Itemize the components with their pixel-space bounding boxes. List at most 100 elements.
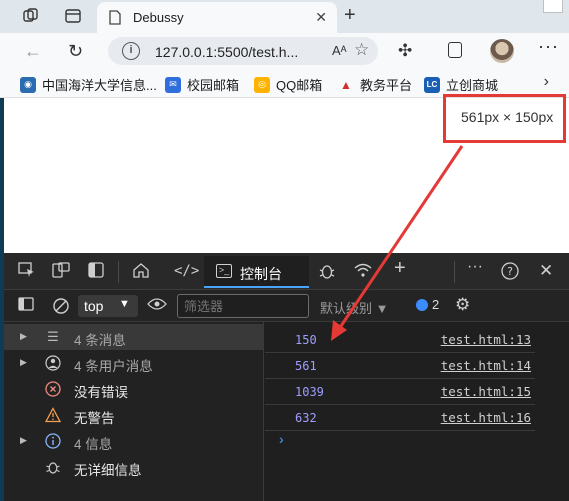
sidebar-item-info[interactable]: ▶ 4 信息 — [4, 428, 264, 454]
user-icon — [44, 354, 62, 372]
bookmark-label: QQ邮箱 — [276, 78, 323, 93]
workspaces-icon[interactable] — [22, 7, 40, 25]
dock-side-icon[interactable] — [88, 262, 104, 283]
bookmark-label: 立创商城 — [446, 78, 499, 93]
page-icon — [109, 10, 121, 28]
bookmark-label: 中国海洋大学信息... — [42, 78, 157, 93]
bookmark-ouc[interactable]: ◉ 中国海洋大学信息... — [20, 75, 157, 94]
issues-bug-icon[interactable] — [318, 262, 336, 285]
extensions-icon[interactable]: ✣ — [398, 41, 412, 61]
refresh-icon[interactable]: ↻ — [68, 41, 83, 61]
live-expression-eye-icon[interactable] — [147, 297, 167, 316]
console-filter-bar: top ▼ 默认级别 ▼ 2 ⚙ — [4, 290, 569, 322]
close-tab-icon[interactable]: ✕ — [315, 9, 327, 26]
tab-strip: Debussy ✕ + — [0, 0, 569, 33]
annotation-highlight-box — [443, 94, 566, 143]
more-tools-plus-icon[interactable]: + — [394, 258, 406, 278]
sidebar-item-label: 无警告 — [74, 411, 115, 426]
filter-input[interactable] — [177, 294, 309, 318]
bookmark-label: 教务平台 — [360, 78, 413, 93]
context-selector[interactable]: top ▼ — [78, 295, 138, 317]
toolbar-divider — [118, 261, 119, 283]
source-link[interactable]: test.html:14 — [441, 358, 531, 373]
sidebar-item-messages[interactable]: ▶ ☰ 4 条消息 — [4, 324, 264, 350]
issues-counter[interactable]: 2 — [416, 297, 439, 312]
bookmark-academic[interactable]: ▲ 教务平台 — [338, 75, 412, 94]
expand-arrow-icon[interactable]: ▶ — [20, 357, 27, 368]
sidebar-item-verbose[interactable]: 无详细信息 — [4, 454, 264, 480]
issues-badge-icon — [416, 298, 428, 311]
welcome-home-icon[interactable] — [132, 262, 150, 283]
expand-arrow-icon[interactable]: ▶ — [20, 435, 27, 446]
qq-mail-icon: ◎ — [254, 76, 270, 93]
read-aloud-icon[interactable]: Aᴬ — [332, 43, 347, 58]
academic-icon: ▲ — [340, 77, 352, 92]
console-icon: >_ — [216, 264, 232, 278]
tab-console[interactable]: >_ 控制台 — [204, 256, 309, 288]
tab-debussy[interactable]: Debussy ✕ — [97, 2, 337, 33]
profile-avatar[interactable] — [490, 39, 514, 63]
bookmark-lcsc[interactable]: LC 立创商城 — [424, 75, 498, 94]
svg-text:?: ? — [507, 265, 513, 278]
console-message: 561 test.html:14 — [265, 353, 535, 379]
sidebar-item-label: 4 条用户消息 — [74, 359, 153, 374]
log-value: 632 — [295, 411, 317, 425]
console-sidebar: ▶ ☰ 4 条消息 ▶ 4 条用户消息 没有错误 无警告 ▶ 4 信息 无详细信… — [4, 322, 264, 501]
bookmarks-overflow-icon[interactable]: › — [544, 73, 549, 91]
ouc-logo-icon: ◉ — [20, 76, 36, 93]
sidebar-item-label: 没有错误 — [74, 385, 128, 400]
log-levels-dropdown[interactable]: 默认级别 ▼ — [320, 298, 388, 317]
new-tab-icon[interactable]: + — [344, 4, 356, 27]
chevron-down-icon: ▼ — [119, 298, 130, 310]
more-options-icon[interactable]: ··· — [538, 36, 559, 57]
sidebar-item-errors[interactable]: 没有错误 — [4, 376, 264, 402]
log-value: 1039 — [295, 385, 324, 399]
source-link[interactable]: test.html:15 — [441, 384, 531, 399]
expand-arrow-icon[interactable]: ▶ — [20, 331, 27, 342]
devtools-panel: </> >_ 控制台 + ··· ? ✕ top ▼ 筛选器 默认级别 ▼ 2 … — [4, 253, 569, 501]
bookmark-campus-mail[interactable]: ✉ 校园邮箱 — [165, 75, 239, 94]
issues-count: 2 — [432, 297, 440, 312]
help-icon[interactable]: ? — [501, 262, 519, 285]
console-settings-gear-icon[interactable]: ⚙ — [455, 296, 470, 314]
back-icon[interactable]: ← — [24, 41, 42, 61]
tab-actions-icon[interactable] — [64, 7, 82, 25]
console-message: 150 test.html:13 — [265, 327, 535, 353]
navigation-bar: ← ↻ i 127.0.0.1:5500/test.h... Aᴬ ☆ ✣ ··… — [0, 33, 569, 69]
warning-icon — [44, 406, 62, 424]
split-screen-icon[interactable] — [448, 42, 462, 58]
bug-icon — [44, 458, 62, 476]
sidebar-item-label: 4 信息 — [74, 437, 113, 452]
log-value: 561 — [295, 359, 317, 373]
sidebar-item-label: 4 条消息 — [74, 333, 126, 348]
clear-console-icon[interactable] — [52, 297, 70, 320]
toggle-sidebar-icon[interactable] — [18, 297, 34, 316]
window-close-button[interactable] — [543, 0, 563, 13]
favorite-star-icon[interactable]: ☆ — [354, 40, 369, 60]
customize-more-icon[interactable]: ··· — [467, 258, 483, 276]
bookmark-qq-mail[interactable]: ◎ QQ邮箱 — [254, 75, 322, 94]
inspect-element-icon[interactable] — [18, 262, 36, 283]
site-info-icon[interactable]: i — [122, 42, 140, 60]
console-tab-label: 控制台 — [240, 266, 282, 282]
console-prompt-caret[interactable]: › — [279, 431, 284, 447]
sidebar-item-user-messages[interactable]: ▶ 4 条用户消息 — [4, 350, 264, 376]
source-link[interactable]: test.html:16 — [441, 410, 531, 425]
address-bar[interactable]: i 127.0.0.1:5500/test.h... Aᴬ ☆ — [108, 37, 378, 65]
sidebar-item-label: 无详细信息 — [74, 463, 142, 478]
context-value: top — [84, 298, 104, 314]
browser-window: Debussy ✕ + ← ↻ i 127.0.0.1:5500/test.h.… — [0, 0, 569, 501]
info-icon — [44, 432, 62, 450]
device-emulation-icon[interactable] — [52, 262, 70, 283]
devtools-toolbar: </> >_ 控制台 + ··· ? ✕ — [4, 253, 569, 290]
source-link[interactable]: test.html:13 — [441, 332, 531, 347]
console-message: 1039 test.html:15 — [265, 379, 535, 405]
network-wifi-icon[interactable] — [353, 262, 373, 283]
console-output: 150 test.html:13 561 test.html:14 1039 t… — [265, 322, 569, 501]
toolbar-divider — [454, 261, 455, 283]
close-devtools-icon[interactable]: ✕ — [539, 262, 553, 280]
url-text[interactable]: 127.0.0.1:5500/test.h... — [155, 44, 298, 60]
sidebar-item-warnings[interactable]: 无警告 — [4, 402, 264, 428]
elements-tab-icon[interactable]: </> — [174, 262, 199, 280]
lcsc-logo-icon: LC — [424, 76, 440, 93]
